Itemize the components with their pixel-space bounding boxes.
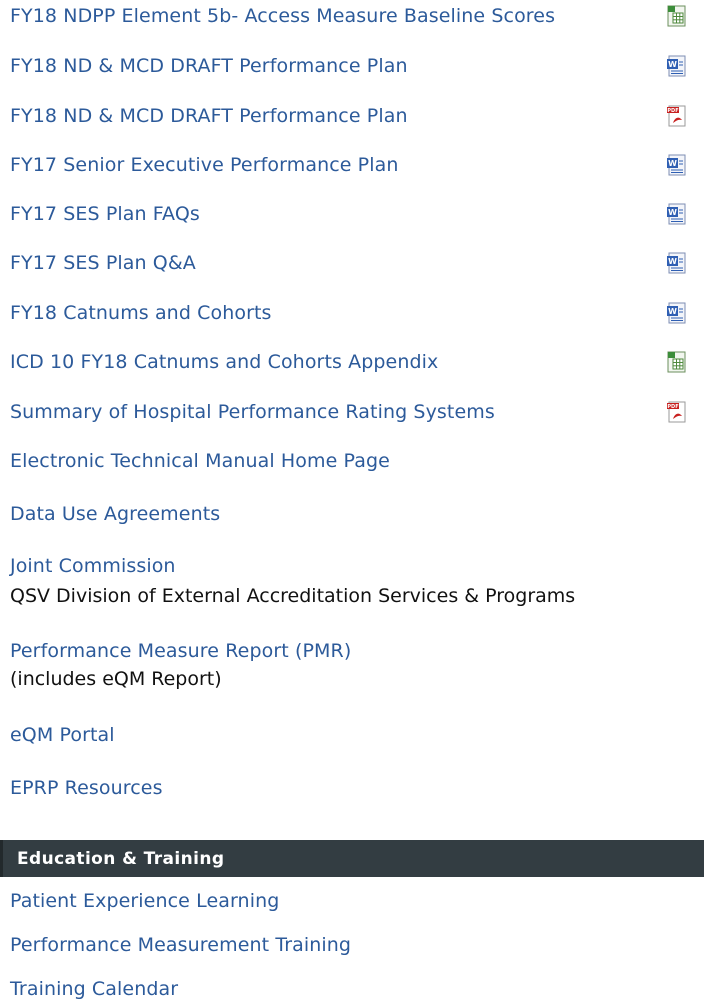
document-row[interactable]: FY18 ND & MCD DRAFT Performance Plan W [10, 51, 700, 81]
svg-text:W: W [668, 60, 677, 69]
link-row[interactable]: Electronic Technical Manual Home Page [10, 447, 390, 475]
electronic-technical-manual-link[interactable]: Electronic Technical Manual Home Page [10, 450, 390, 472]
qsv-division-text: QSV Division of External Accreditation S… [10, 585, 576, 607]
education-item[interactable]: Patient Experience Learning [10, 887, 279, 915]
document-row[interactable]: ICD 10 FY18 Catnums and Cohorts Appendix [10, 347, 700, 377]
document-row[interactable]: Summary of Hospital Performance Rating S… [10, 397, 700, 427]
svg-text:W: W [668, 307, 677, 316]
document-row[interactable]: FY17 SES Plan FAQs W [10, 199, 700, 229]
document-link[interactable]: FY17 SES Plan Q&A [10, 252, 196, 274]
document-row[interactable]: FY18 NDPP Element 5b- Access Measure Bas… [10, 1, 700, 31]
education-item[interactable]: Training Calendar [10, 975, 178, 1003]
pdf-icon[interactable]: PDF [665, 400, 689, 424]
document-link[interactable]: FY18 NDPP Element 5b- Access Measure Bas… [10, 5, 555, 27]
word-icon[interactable]: W [665, 202, 689, 226]
svg-text:W: W [668, 208, 677, 217]
document-link[interactable]: Summary of Hospital Performance Rating S… [10, 401, 495, 423]
performance-measurement-training-link[interactable]: Performance Measurement Training [10, 934, 351, 956]
link-row[interactable]: Joint Commission [10, 552, 176, 580]
word-icon[interactable]: W [665, 153, 689, 177]
word-icon[interactable]: W [665, 301, 689, 325]
document-link[interactable]: ICD 10 FY18 Catnums and Cohorts Appendix [10, 351, 438, 373]
svg-text:W: W [668, 257, 677, 266]
document-link[interactable]: FY18 ND & MCD DRAFT Performance Plan [10, 55, 408, 77]
patient-experience-learning-link[interactable]: Patient Experience Learning [10, 890, 279, 912]
document-row[interactable]: FY18 Catnums and Cohorts W [10, 298, 700, 328]
training-calendar-link[interactable]: Training Calendar [10, 978, 178, 1000]
pmr-note-text: (includes eQM Report) [10, 668, 222, 690]
link-row[interactable]: Performance Measure Report (PMR) [10, 637, 351, 665]
eqm-portal-link[interactable]: eQM Portal [10, 724, 115, 746]
document-row[interactable]: FY18 ND & MCD DRAFT Performance Plan PDF [10, 101, 700, 131]
pdf-icon[interactable]: PDF [665, 104, 689, 128]
link-row[interactable]: EPRP Resources [10, 774, 163, 802]
education-item[interactable]: Performance Measurement Training [10, 931, 351, 959]
document-row[interactable]: FY17 SES Plan Q&A W [10, 248, 700, 278]
document-link[interactable]: FY17 SES Plan FAQs [10, 203, 200, 225]
document-row[interactable]: FY17 Senior Executive Performance Plan W [10, 150, 700, 180]
performance-measure-report-link[interactable]: Performance Measure Report (PMR) [10, 640, 351, 662]
link-row[interactable]: Data Use Agreements [10, 500, 220, 528]
joint-commission-link[interactable]: Joint Commission [10, 555, 176, 577]
excel-icon[interactable] [665, 4, 689, 28]
data-use-agreements-link[interactable]: Data Use Agreements [10, 503, 220, 525]
document-link[interactable]: FY18 Catnums and Cohorts [10, 302, 272, 324]
eprp-resources-link[interactable]: EPRP Resources [10, 777, 163, 799]
document-link[interactable]: FY18 ND & MCD DRAFT Performance Plan [10, 105, 408, 127]
link-row[interactable]: eQM Portal [10, 721, 115, 749]
word-icon[interactable]: W [665, 54, 689, 78]
excel-icon[interactable] [665, 350, 689, 374]
svg-text:PDF: PDF [667, 404, 678, 410]
word-icon[interactable]: W [665, 251, 689, 275]
svg-text:PDF: PDF [667, 108, 678, 114]
svg-text:W: W [668, 159, 677, 168]
document-link[interactable]: FY17 Senior Executive Performance Plan [10, 154, 399, 176]
education-training-header: Education & Training [0, 840, 704, 877]
